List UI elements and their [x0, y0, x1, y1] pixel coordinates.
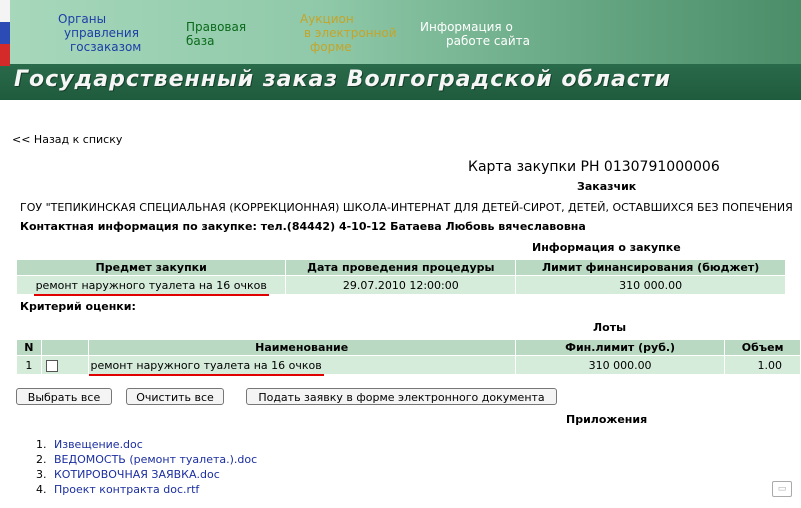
column-header: Предмет закупки [15, 259, 287, 276]
attachments-heading: Приложения [566, 413, 648, 426]
column-header: Лимит финансирования (бюджет) [515, 259, 786, 276]
customer-heading: Заказчик [577, 180, 637, 193]
table-cell: 1 [16, 355, 42, 375]
attachments-list: 1. Извещение.doc 2. ВЕДОМОСТЬ (ремонт туал… [36, 437, 257, 497]
select-all-button[interactable]: Выбрать все [16, 388, 112, 405]
lot-name: ремонт наружного туалета на 16 очков [88, 358, 324, 376]
customer-name: ГОУ "ТЕПИКИНСКАЯ СПЕЦИАЛЬНАЯ (КОРРЕКЦИОН… [20, 201, 793, 214]
submit-application-button[interactable]: Подать заявку в форме электронного докум… [246, 388, 557, 405]
site-title: Государственный заказ Волгоградской обла… [14, 67, 671, 92]
attachment-link[interactable]: Извещение.doc [54, 438, 143, 451]
table-cell: 310 000.00 [514, 355, 726, 375]
lots-heading: Лоты [593, 321, 627, 334]
column-header: N [16, 339, 42, 356]
table-cell: ремонт наружного туалета на 16 очков [87, 355, 516, 376]
list-item: 2. ВЕДОМОСТЬ (ремонт туалета.).doc [36, 453, 258, 466]
table-row: 1 ремонт наружного туалета на 16 очков 3… [16, 355, 801, 376]
column-header: Дата проведения процедуры [285, 259, 517, 276]
back-to-list-link[interactable]: << Назад к списку [12, 133, 122, 146]
purchase-info-heading: Информация о закупке [532, 241, 681, 254]
table-header-row: N Наименование Фин.лимит (руб.) Объем [16, 339, 801, 356]
column-header: Фин.лимит (руб.) [514, 339, 726, 356]
russian-flag-icon [0, 0, 10, 66]
purchase-subject: ремонт наружного туалета на 16 очков [33, 278, 269, 296]
list-item: 1. Извещение.doc [36, 438, 143, 451]
column-header: Наименование [87, 339, 516, 356]
attachment-link[interactable]: ВЕДОМОСТЬ (ремонт туалета.).doc [54, 453, 257, 466]
print-icon[interactable]: ▭ [772, 481, 792, 497]
lots-table: N Наименование Фин.лимит (руб.) Объем 1 … [16, 339, 801, 376]
attachment-link[interactable]: Проект контракта doc.rtf [54, 483, 199, 496]
table-row: ремонт наружного туалета на 16 очков 29.… [15, 275, 786, 296]
table-cell [40, 355, 89, 375]
table-cell: 310 000.00 [515, 275, 786, 295]
nav-link-authorities[interactable]: Органы управления госзаказом [58, 12, 141, 54]
nav-link-site-info[interactable]: Информация о работе сайта [420, 20, 530, 48]
column-header: Объем [724, 339, 801, 356]
table-header-row: Предмет закупки Дата проведения процедур… [15, 259, 786, 276]
nav-link-electronic-auction[interactable]: Аукцион в электронной форме [300, 12, 397, 54]
page-title: Карта закупки РН 0130791000006 [468, 159, 720, 175]
purchase-info-table: Предмет закупки Дата проведения процедур… [15, 259, 786, 296]
contact-info: Контактная информация по закупке: тел.(8… [20, 220, 586, 233]
table-cell: 29.07.2010 12:00:00 [285, 275, 517, 295]
site-banner: Органы управления госзаказом Правовая ба… [0, 0, 801, 100]
column-header [40, 339, 89, 356]
list-item: 3. КОТИРОВОЧНАЯ ЗАЯВКА.doc [36, 468, 220, 481]
criteria-label: Критерий оценки: [20, 300, 136, 313]
attachment-link[interactable]: КОТИРОВОЧНАЯ ЗАЯВКА.doc [54, 468, 220, 481]
clear-all-button[interactable]: Очистить все [126, 388, 224, 405]
nav-link-legal-base[interactable]: Правовая база [186, 20, 246, 48]
table-cell: ремонт наружного туалета на 16 очков [15, 275, 287, 296]
lot-checkbox[interactable] [45, 359, 58, 372]
list-item: 4. Проект контракта doc.rtf [36, 483, 200, 496]
table-cell: 1.00 [724, 355, 801, 375]
